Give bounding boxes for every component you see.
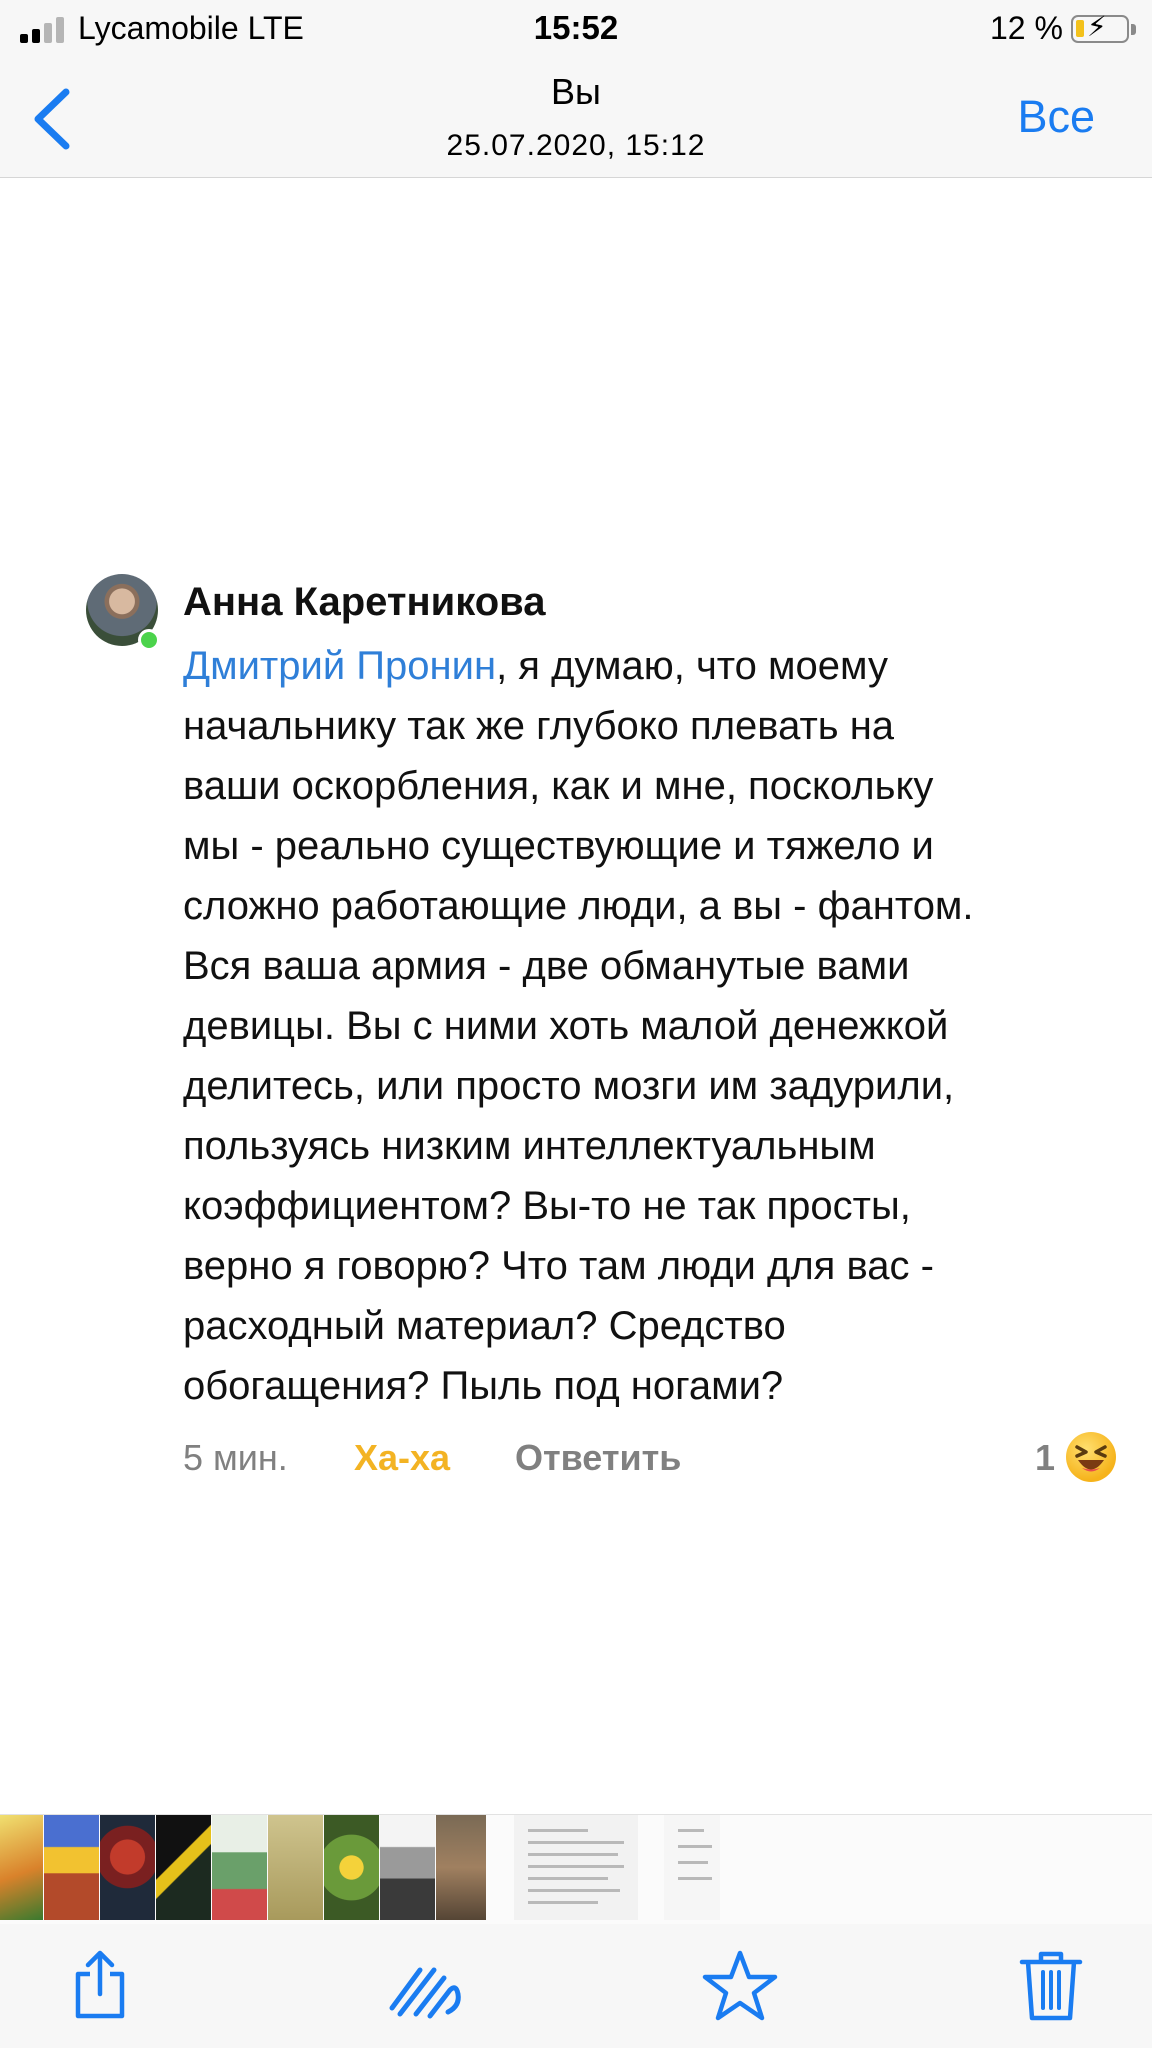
comment-line: обогащения? Пыль под ногами? xyxy=(183,1364,784,1408)
comment-line: делитесь, или просто мозги им задурили, xyxy=(183,1064,955,1108)
delete-button[interactable] xyxy=(1016,1948,1086,2024)
photo-thumbnail-strip xyxy=(0,1814,1152,1924)
photo-thumbnail[interactable] xyxy=(156,1815,211,1920)
comment-line: начальнику так же глубоко плевать на xyxy=(183,704,895,748)
comment-line: , я думаю, что моему xyxy=(496,644,888,688)
share-button[interactable] xyxy=(64,1948,136,2024)
comment-line: ваши оскорбления, как и мне, поскольку xyxy=(183,764,934,808)
reply-button[interactable]: Ответить xyxy=(515,1437,681,1479)
comment-line: мы - реально существующие и тяжело и xyxy=(183,824,934,868)
document-thumbnail[interactable] xyxy=(664,1815,720,1920)
page-subtitle-date: 25.07.2020, 15:12 xyxy=(446,129,706,162)
share-icon xyxy=(75,1950,125,2019)
comment-line: коэффициентом? Вы-то не так просты, xyxy=(183,1184,911,1228)
markup-button[interactable] xyxy=(386,1948,468,2024)
comment-line: Вся ваша армия - две обманутые вами xyxy=(183,944,910,988)
reaction-count: 1 xyxy=(1035,1437,1056,1478)
mention-link[interactable]: Дмитрий Пронин xyxy=(183,644,496,688)
favorite-button[interactable] xyxy=(700,1948,780,2024)
status-time: 15:52 xyxy=(533,9,619,46)
battery-percent: 12 % xyxy=(990,10,1063,46)
comment-author[interactable]: Анна Каретникова xyxy=(183,580,545,625)
photo-thumbnail[interactable] xyxy=(100,1815,155,1920)
battery-charging-icon: ⚡ xyxy=(1071,13,1129,43)
photo-thumbnail[interactable] xyxy=(324,1815,379,1920)
photo-thumbnail[interactable] xyxy=(268,1815,323,1920)
comment-line: девицы. Вы с ними хоть малой денежкой xyxy=(183,1004,949,1048)
battery-tip xyxy=(1131,24,1136,35)
comment-line: расходный материал? Средство xyxy=(183,1304,786,1348)
trash-icon xyxy=(1019,1951,1083,2021)
bottom-toolbar xyxy=(0,1924,1152,2048)
laughing-emoji-icon[interactable] xyxy=(1066,1432,1116,1482)
photo-thumbnail[interactable] xyxy=(44,1815,99,1920)
photo-thumbnail[interactable] xyxy=(380,1815,435,1920)
favorite-star-icon xyxy=(702,1950,778,2021)
page-title: Вы xyxy=(551,71,601,112)
photo-thumbnail[interactable] xyxy=(436,1815,486,1920)
photo-thumbnail[interactable] xyxy=(212,1815,267,1920)
online-status-dot xyxy=(138,629,160,651)
comment-text: Дмитрий Пронин, я думаю, что моему началь… xyxy=(183,636,1123,1416)
comment-timestamp: 5 мин. xyxy=(183,1437,288,1478)
navigation-bar: Вы 25.07.2020, 15:12 Все xyxy=(0,58,1152,178)
comment-line: сложно работающие люди, а вы - фантом. xyxy=(183,884,974,928)
comment-line: верно я говорю? Что там люди для вас - xyxy=(183,1244,934,1288)
markup-icon xyxy=(389,1967,461,2019)
photo-thumbnail[interactable] xyxy=(0,1815,43,1920)
haha-reaction-button[interactable]: Ха-ха xyxy=(354,1437,450,1479)
comment-line: пользуясь низким интеллектуальным xyxy=(183,1124,876,1168)
document-thumbnail[interactable] xyxy=(514,1815,638,1920)
all-button[interactable]: Все xyxy=(1017,91,1095,143)
status-bar: Lycamobile LTE 15:52 12 % ⚡ xyxy=(0,0,1152,58)
